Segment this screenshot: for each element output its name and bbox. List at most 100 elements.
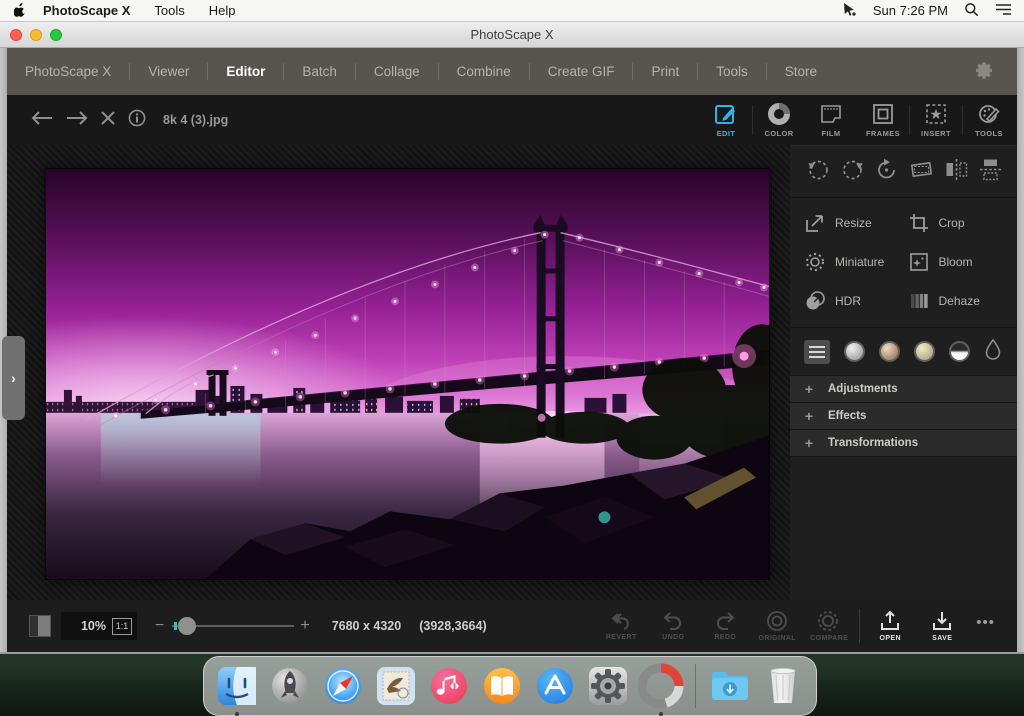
window-right-edge	[1017, 48, 1024, 652]
filter-list-button[interactable]	[804, 340, 830, 364]
settings-gear-icon[interactable]	[975, 61, 995, 86]
tab-film[interactable]: FILM	[805, 95, 857, 145]
minimize-window-button[interactable]	[30, 29, 42, 41]
filter-vintage-preset[interactable]	[914, 341, 935, 362]
macos-menu-bar: PhotoScape X Tools Help Sun 7:26 PM	[0, 0, 1024, 22]
nav-collage[interactable]: Collage	[370, 64, 424, 79]
info-icon[interactable]	[128, 109, 146, 132]
open-filename: 8k 4 (3).jpg	[163, 113, 228, 127]
zoom-out-button[interactable]: −	[155, 617, 164, 635]
notification-center-icon[interactable]	[995, 3, 1012, 19]
nav-combine[interactable]: Combine	[453, 64, 515, 79]
navigator-toggle[interactable]	[29, 615, 51, 637]
tab-tools[interactable]: TOOLS	[963, 95, 1015, 145]
menu-app-name[interactable]: PhotoScape X	[43, 3, 130, 18]
dock-launchpad[interactable]	[267, 663, 313, 709]
nav-photoscape-x[interactable]: PhotoScape X	[21, 64, 115, 79]
dock-divider	[695, 664, 696, 708]
tab-edit[interactable]: EDIT	[700, 95, 752, 145]
menu-item-tools[interactable]: Tools	[154, 3, 184, 18]
dock-safari[interactable]	[320, 663, 366, 709]
nav-store[interactable]: Store	[781, 64, 821, 79]
dock-itunes[interactable]	[426, 663, 472, 709]
flip-vertical-icon[interactable]	[978, 157, 1003, 187]
section-transformations[interactable]: + Transformations	[790, 430, 1017, 457]
dock-app-store[interactable]	[532, 663, 578, 709]
status-bar: 10% 1:1 − + 7680 x 4320 (3928,3664) REVE…	[7, 600, 1017, 652]
original-button[interactable]: ORIGINAL	[751, 602, 803, 650]
free-rotate-icon[interactable]	[874, 157, 899, 187]
undo-button[interactable]: UNDO	[647, 602, 699, 650]
open-icon	[879, 610, 901, 632]
nav-tools[interactable]: Tools	[712, 64, 752, 79]
dock-finder[interactable]	[214, 663, 260, 709]
dock-downloads-folder[interactable]	[707, 663, 753, 709]
dock-ibooks[interactable]	[479, 663, 525, 709]
section-effects[interactable]: + Effects	[790, 403, 1017, 430]
revert-button[interactable]: REVERT	[595, 602, 647, 650]
nav-create-gif[interactable]: Create GIF	[544, 64, 619, 79]
desktop-screen: PhotoScape X Tools Help Sun 7:26 PM Phot…	[0, 0, 1024, 716]
running-indicator	[235, 712, 239, 716]
running-indicator	[659, 712, 663, 716]
bloom-tool-button[interactable]: Bloom	[908, 245, 1012, 278]
filter-drop-icon[interactable]	[984, 338, 1002, 365]
section-adjustments[interactable]: + Adjustments	[790, 376, 1017, 403]
straighten-icon[interactable]	[908, 157, 935, 187]
nav-print[interactable]: Print	[647, 64, 683, 79]
edit-tools-panel: Resize Crop Miniature Bloom HDR	[790, 145, 1017, 600]
save-button[interactable]: SAVE	[916, 602, 968, 650]
bridge-photo[interactable]	[45, 168, 770, 580]
tab-insert[interactable]: INSERT	[910, 95, 962, 145]
zoom-in-button[interactable]: +	[300, 617, 309, 635]
resize-tool-button[interactable]: Resize	[804, 206, 908, 239]
miniature-tool-button[interactable]: Miniature	[804, 245, 908, 278]
back-arrow-icon[interactable]	[31, 111, 53, 130]
dock-photoscape-x[interactable]	[638, 663, 684, 709]
more-options-button[interactable]: •••	[968, 614, 1009, 639]
tab-frames[interactable]: FRAMES	[857, 95, 909, 145]
spotlight-search-icon[interactable]	[964, 2, 979, 20]
dock-trash[interactable]	[760, 663, 806, 709]
dehaze-tool-button[interactable]: Dehaze	[908, 284, 1012, 317]
hdr-tool-button[interactable]: HDR	[804, 284, 908, 317]
undo-icon	[662, 611, 684, 631]
close-image-icon[interactable]	[101, 111, 115, 130]
insert-star-icon	[924, 102, 948, 126]
tab-color[interactable]: COLOR	[753, 95, 805, 145]
redo-button[interactable]: REDO	[699, 602, 751, 650]
crop-tool-button[interactable]: Crop	[908, 206, 1012, 239]
dock-system-preferences[interactable]	[585, 663, 631, 709]
crop-icon	[908, 212, 930, 234]
apple-menu-icon[interactable]	[14, 3, 27, 18]
dehaze-icon	[908, 290, 930, 312]
zoom-window-button[interactable]	[50, 29, 62, 41]
nav-viewer[interactable]: Viewer	[144, 64, 193, 79]
window-title-bar[interactable]: PhotoScape X	[0, 22, 1024, 48]
one-to-one-button[interactable]: 1:1	[112, 618, 132, 635]
rotate-right-icon[interactable]	[840, 157, 865, 187]
filter-sepia-preset[interactable]	[879, 341, 900, 362]
filter-contrast-preset[interactable]	[949, 341, 970, 362]
compare-button[interactable]: COMPARE	[803, 602, 855, 650]
nav-editor[interactable]: Editor	[222, 64, 269, 79]
zoom-slider-thumb[interactable]	[178, 617, 196, 635]
editor-canvas[interactable]	[7, 145, 790, 600]
zoom-slider[interactable]	[172, 625, 294, 627]
menu-clock[interactable]: Sun 7:26 PM	[873, 3, 948, 18]
menu-item-help[interactable]: Help	[209, 3, 236, 18]
image-dimensions: 7680 x 4320	[332, 619, 402, 633]
frames-icon	[871, 102, 895, 126]
rotate-left-icon[interactable]	[806, 157, 831, 187]
flip-horizontal-icon[interactable]	[944, 157, 969, 187]
screen-sharing-icon[interactable]	[842, 2, 857, 20]
nav-batch[interactable]: Batch	[298, 64, 341, 79]
close-window-button[interactable]	[10, 29, 22, 41]
filter-gray-preset[interactable]	[844, 341, 865, 362]
main-nav-bar: PhotoScape X Viewer Editor Batch Collage…	[7, 48, 1017, 95]
forward-arrow-icon[interactable]	[66, 111, 88, 130]
save-icon	[931, 610, 953, 632]
photo-browser-drawer-handle[interactable]: ›	[2, 336, 25, 420]
open-button[interactable]: OPEN	[864, 602, 916, 650]
dock-mail[interactable]	[373, 663, 419, 709]
